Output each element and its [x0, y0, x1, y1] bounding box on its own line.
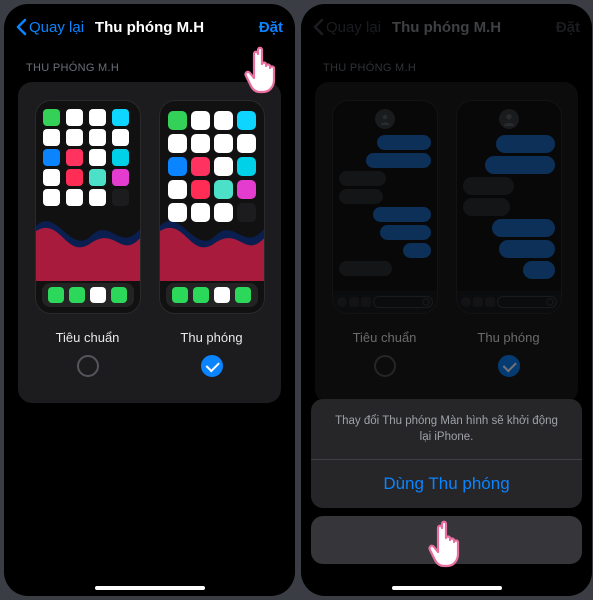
nav-bar: Quay lại Thu phóng M.H Đặt [4, 4, 295, 46]
option-zoomed[interactable]: Thu phóng [159, 100, 265, 377]
app-icon [191, 203, 210, 222]
action-sheet: Thay đổi Thu phóng Màn hình sẽ khởi động… [301, 4, 592, 596]
app-icon [168, 157, 187, 176]
preview-card: Tiêu chuẩn Thu phóng [18, 82, 281, 403]
app-icon [43, 189, 60, 206]
app-icon [168, 180, 187, 199]
set-button[interactable]: Đặt [259, 19, 283, 36]
dock-app-icon [69, 287, 85, 303]
dock-app-icon [111, 287, 127, 303]
chevron-left-icon [16, 18, 27, 36]
app-icon [191, 157, 210, 176]
preview-zoomed [159, 100, 265, 314]
app-icon [112, 129, 129, 146]
app-icon [214, 157, 233, 176]
app-icon [66, 189, 83, 206]
sheet-cancel-button[interactable] [311, 516, 582, 564]
app-icon [112, 189, 129, 206]
home-indicator[interactable] [95, 586, 205, 590]
app-icon [168, 134, 187, 153]
app-icon [89, 169, 106, 186]
app-icon [66, 109, 83, 126]
use-zoom-button[interactable]: Dùng Thu phóng [311, 460, 582, 508]
app-icon [89, 129, 106, 146]
app-icon [237, 134, 256, 153]
sheet-message: Thay đổi Thu phóng Màn hình sẽ khởi động… [311, 399, 582, 460]
home-indicator[interactable] [392, 586, 502, 590]
app-icon [89, 109, 106, 126]
app-icon [112, 109, 129, 126]
page-title: Thu phóng M.H [95, 19, 204, 36]
app-icon [237, 111, 256, 130]
radio-standard[interactable] [77, 355, 99, 377]
app-icon [214, 134, 233, 153]
sheet-group: Thay đổi Thu phóng Màn hình sẽ khởi động… [311, 399, 582, 508]
dock-app-icon [90, 287, 106, 303]
app-icon [112, 169, 129, 186]
app-icon [43, 129, 60, 146]
radio-zoomed[interactable] [201, 355, 223, 377]
app-icon [214, 111, 233, 130]
dock-app-icon [235, 287, 251, 303]
dock-app-icon [172, 287, 188, 303]
app-icon [89, 149, 106, 166]
option-standard-label: Tiêu chuẩn [56, 330, 120, 345]
phone-left: Quay lại Thu phóng M.H Đặt THU PHÓNG M.H… [4, 4, 295, 596]
app-icon [112, 149, 129, 166]
preview-standard [35, 100, 141, 314]
app-icon [237, 157, 256, 176]
app-icon [191, 111, 210, 130]
back-label: Quay lại [29, 19, 84, 36]
dock-app-icon [193, 287, 209, 303]
dock-app-icon [48, 287, 64, 303]
app-icon [214, 180, 233, 199]
app-icon [66, 169, 83, 186]
app-icon [168, 203, 187, 222]
app-icon [191, 180, 210, 199]
section-label: THU PHÓNG M.H [4, 46, 295, 82]
app-icon [214, 203, 233, 222]
app-icon [237, 180, 256, 199]
app-icon [89, 189, 106, 206]
app-icon [237, 203, 256, 222]
app-icon [66, 149, 83, 166]
dock-app-icon [214, 287, 230, 303]
back-button[interactable]: Quay lại [16, 18, 84, 36]
option-standard[interactable]: Tiêu chuẩn [35, 100, 141, 377]
app-icon [168, 111, 187, 130]
app-icon [43, 169, 60, 186]
app-icon [43, 109, 60, 126]
phone-right: Quay lại Thu phóng M.H Đặt THU PHÓNG M.H [301, 4, 592, 596]
app-icon [66, 129, 83, 146]
app-icon [43, 149, 60, 166]
app-icon [191, 134, 210, 153]
option-zoomed-label: Thu phóng [180, 330, 242, 345]
